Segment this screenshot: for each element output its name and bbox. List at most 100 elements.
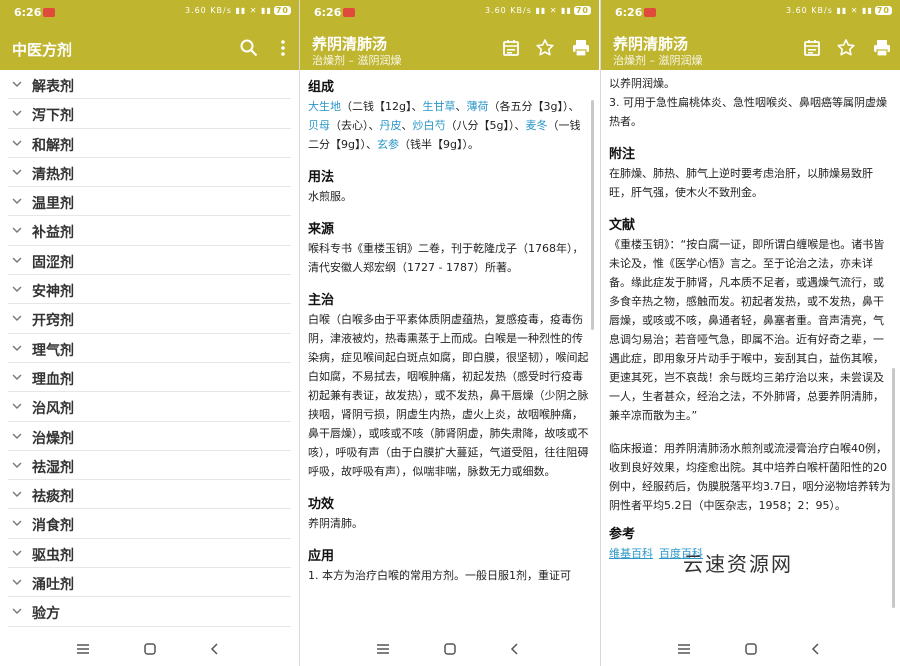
screen-category-list: 6:26 3.60 KB/s ▮▮ ✕ ▮▮ 70 中医方剂 解表剂 泻下剂 和解剂清…	[0, 0, 299, 666]
menu-icon[interactable]	[76, 642, 90, 656]
category-item[interactable]: 理血剂	[8, 363, 291, 393]
category-list: 解表剂泻下剂和解剂清热剂温里剂补益剂固涩剂安神剂开窍剂理气剂理血剂 治风剂治燥剂祛…	[0, 70, 299, 627]
app-bar: 中医方剂	[0, 26, 299, 70]
signal-indicators: 3.60 KB/s ▮▮ ✕ ▮▮ 70	[786, 6, 892, 15]
indications-text: 白喉（白喉多由于平素体质阴虚蕴热，复感疫毒，疫毒伤阴，津液被灼，热毒熏蒸于上而成…	[308, 313, 589, 478]
network-speed: 3.60 KB/s ▮▮ ✕ ▮▮	[484, 6, 572, 15]
category-label: 温里剂	[32, 196, 74, 213]
dosage-text: 、	[401, 119, 413, 132]
home-icon[interactable]	[744, 642, 758, 656]
dosage-text: （去心）、	[330, 119, 380, 132]
category-item[interactable]: 补益剂	[8, 216, 291, 246]
category-item[interactable]: 清热剂	[8, 158, 291, 188]
screen-formula-detail-bottom: 6:26 3.60 KB/s ▮▮ ✕ ▮▮ 70 养阴清肺汤 治燥剂 – 滋阴润…	[601, 0, 900, 666]
category-item[interactable]: 泻下剂	[8, 99, 291, 129]
category-label: 和解剂	[32, 137, 74, 154]
category-item[interactable]: 祛湿剂	[8, 451, 291, 481]
category-item[interactable]: 解表剂	[8, 70, 291, 100]
category-label: 安神剂	[32, 284, 74, 301]
scrollbar[interactable]	[892, 368, 895, 608]
print-icon[interactable]	[872, 38, 892, 58]
scrollbar[interactable]	[591, 100, 594, 330]
battery-icon: 70	[874, 6, 892, 15]
herb-link[interactable]: 生甘草	[422, 100, 455, 113]
category-item[interactable]: 验方	[8, 597, 291, 627]
application-item-3: 3. 可用于急性扁桃体炎、急性咽喉炎、鼻咽癌等属阴虚燥热者。	[609, 96, 887, 128]
search-icon[interactable]	[239, 38, 259, 58]
chevron-down-icon	[12, 286, 22, 293]
section-heading-references: 参考	[609, 527, 636, 542]
menu-icon[interactable]	[677, 642, 691, 656]
herb-link[interactable]: 贝母	[308, 119, 330, 132]
chevron-down-icon	[12, 315, 22, 322]
back-icon[interactable]	[809, 642, 823, 656]
home-icon[interactable]	[143, 642, 157, 656]
home-icon[interactable]	[443, 642, 457, 656]
effect-text: 养阴清肺。	[308, 517, 363, 530]
chevron-down-icon	[12, 257, 22, 263]
category-item[interactable]: 温里剂	[8, 187, 291, 217]
status-time: 6:26	[615, 6, 643, 19]
category-item[interactable]: 涌吐剂	[8, 568, 291, 598]
dosage-text: （二钱【12g】、	[341, 100, 423, 113]
category-item[interactable]: 治风剂	[8, 392, 291, 422]
back-icon[interactable]	[208, 642, 222, 656]
category-label: 开窍剂	[32, 313, 74, 330]
system-nav-bar	[0, 632, 299, 666]
herb-link[interactable]: 麦冬	[525, 119, 547, 132]
herb-link[interactable]: 玄参	[377, 138, 399, 151]
signal-indicators: 3.60 KB/s ▮▮ ✕ ▮▮ 70	[485, 6, 591, 15]
formula-subtitle: 治燥剂 – 滋阴润燥	[613, 54, 703, 67]
back-icon[interactable]	[508, 642, 522, 656]
composition-text: 大生地（二钱【12g】、生甘草、薄荷（各五分【3g】）、贝母（去心）、丹皮、炒白…	[308, 97, 590, 154]
star-icon[interactable]	[836, 38, 856, 58]
category-item[interactable]: 理气剂	[8, 334, 291, 363]
category-item[interactable]: 祛痰剂	[8, 480, 291, 510]
chevron-down-icon	[12, 579, 22, 586]
herb-link[interactable]: 丹皮	[380, 119, 402, 132]
formula-title: 养阴清肺汤	[613, 35, 689, 53]
category-label: 固涩剂	[32, 254, 74, 271]
star-icon[interactable]	[535, 38, 555, 58]
menu-icon[interactable]	[376, 642, 390, 656]
wikipedia-link[interactable]: 维基百科	[609, 547, 653, 560]
category-item[interactable]: 治燥剂	[8, 422, 291, 451]
category-item[interactable]: 开窍剂	[8, 304, 291, 334]
dosage-text: （各五分【3g】）、	[488, 100, 580, 113]
battery-icon: 70	[573, 6, 591, 15]
chevron-down-icon	[12, 462, 22, 468]
status-bar: 6:26 3.60 KB/s ▮▮ ✕ ▮▮ 70	[601, 0, 900, 26]
chevron-down-icon	[12, 227, 22, 234]
category-label: 解表剂	[32, 79, 74, 95]
status-bar: 6:26 3.60 KB/s ▮▮ ✕ ▮▮ 70	[300, 0, 599, 26]
record-icon	[43, 8, 55, 17]
section-heading-source: 来源	[308, 222, 335, 237]
calendar-icon[interactable]	[802, 38, 822, 58]
application-text: 1. 本方为治疗白喉的常用方剂。一般日服1剂，重证可	[308, 569, 571, 582]
record-icon	[644, 8, 656, 17]
chevron-down-icon	[12, 374, 22, 380]
category-item[interactable]: 和解剂	[8, 129, 291, 158]
herb-link[interactable]: 薄荷	[466, 100, 488, 113]
chevron-down-icon	[12, 198, 22, 205]
dosage-text: （钱半【9g】）。	[398, 138, 479, 151]
category-label: 涌吐剂	[32, 577, 74, 594]
category-item[interactable]: 安神剂	[8, 275, 291, 305]
category-item[interactable]: 驱虫剂	[8, 539, 291, 569]
formula-content: 以养阴润燥。 3. 可用于急性扁桃体炎、急性咽喉炎、鼻咽癌等属阴虚燥热者。 附注…	[609, 74, 891, 563]
category-item[interactable]: 固涩剂	[8, 246, 291, 276]
more-icon[interactable]	[273, 38, 293, 58]
category-label: 理气剂	[32, 342, 74, 359]
formula-subtitle: 治燥剂 – 滋阴润燥	[312, 54, 402, 67]
usage-text: 水煎服。	[308, 190, 352, 203]
category-label: 治燥剂	[32, 430, 74, 447]
section-heading-application: 应用	[308, 549, 335, 564]
network-speed: 3.60 KB/s ▮▮ ✕ ▮▮	[785, 6, 873, 15]
herb-link[interactable]: 炒白芍	[413, 119, 446, 132]
application-text-cont: 以养阴润燥。	[609, 77, 675, 90]
source-text: 喉科专书《重楼玉钥》二卷，刊于乾隆戊子（1768年），清代安徽人郑宏纲（1727…	[308, 242, 584, 274]
print-icon[interactable]	[571, 38, 591, 58]
calendar-icon[interactable]	[501, 38, 521, 58]
category-item[interactable]: 消食剂	[8, 509, 291, 539]
herb-link[interactable]: 大生地	[308, 100, 341, 113]
